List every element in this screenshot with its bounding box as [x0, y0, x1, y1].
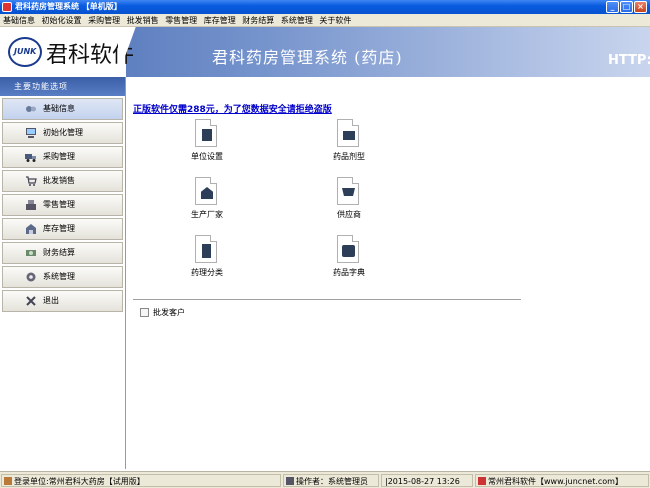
status-bar: 登录单位:常州君科大药房【试用版】 操作者：系统管理员 |2015-08-27 … [0, 471, 650, 488]
sidebar-item-label: 采购管理 [43, 152, 75, 161]
factory-icon [195, 177, 217, 205]
logo-area: JUNK 君科软件 [0, 27, 134, 77]
status-company-text: 常州君科软件【www.juncnet.com】 [488, 477, 623, 486]
sidebar-item-finance[interactable]: 财务结算 [2, 242, 123, 264]
status-datetime: |2015-08-27 13:26 [381, 474, 473, 487]
wholesale-customer-label: 批发客户 [153, 308, 185, 317]
doc-icon [140, 308, 149, 317]
sidebar-item-inventory[interactable]: 库存管理 [2, 218, 123, 240]
logo-icon: JUNK [8, 37, 42, 67]
money-icon [26, 250, 36, 256]
sidebar-item-label: 初始化管理 [43, 128, 83, 137]
status-operator: 操作者：系统管理员 [283, 474, 379, 487]
sidebar-item-label: 财务结算 [43, 248, 75, 257]
app-icon [2, 2, 12, 12]
computer-icon [26, 128, 36, 138]
status-login-unit: 登录单位:常州君科大药房【试用版】 [1, 474, 281, 487]
module-label: 药理分类 [191, 268, 223, 277]
system-title: 君科药房管理系统 (药店) [212, 48, 403, 67]
module-label: 供应商 [337, 210, 361, 219]
minimize-button[interactable]: _ [606, 1, 619, 13]
menu-init-settings[interactable]: 初始化设置 [39, 14, 83, 27]
exit-icon [26, 296, 36, 306]
home-icon [4, 477, 12, 485]
close-button[interactable]: × [634, 1, 647, 13]
module-supplier[interactable]: 供应商 [319, 175, 379, 223]
sidebar-header: 主要功能选项 [0, 77, 125, 96]
sidebar-item-label: 系统管理 [43, 272, 75, 281]
warehouse-icon [26, 224, 36, 234]
cabinet-icon [195, 235, 217, 263]
wholesale-customer-item[interactable]: 批发客户 [140, 307, 185, 318]
license-notice-link[interactable]: 正版软件仅需288元，为了您数据安全请拒绝盗版 [133, 102, 332, 115]
module-manufacturer[interactable]: 生产厂家 [177, 175, 237, 223]
sidebar-item-init[interactable]: 初始化管理 [2, 122, 123, 144]
search-people-icon [26, 106, 36, 112]
truck-icon [25, 154, 36, 162]
title-bar: 君科药房管理系统 【单机版】 _ □ × [0, 0, 650, 14]
module-label: 药品剂型 [333, 152, 365, 161]
header-banner: JUNK 君科软件 君科药房管理系统 (药店) HTTP: [0, 27, 650, 77]
status-unit-text: 登录单位:常州君科大药房【试用版】 [14, 477, 145, 486]
box-icon [337, 119, 359, 147]
menu-purchase[interactable]: 采购管理 [85, 14, 121, 27]
menu-basic-info[interactable]: 基础信息 [0, 14, 36, 27]
module-label: 生产厂家 [191, 210, 223, 219]
user-icon [286, 477, 294, 485]
module-grid: 单位设置 药品剂型 生产厂家 供应商 药理分类 药品字典 [133, 115, 521, 302]
sidebar-item-wholesale[interactable]: 批发销售 [2, 170, 123, 192]
sidebar-item-exit[interactable]: 退出 [2, 290, 123, 312]
cart-icon [337, 177, 359, 205]
module-dosage-form[interactable]: 药品剂型 [319, 117, 379, 165]
module-label: 药品字典 [333, 268, 365, 277]
sidebar-item-system[interactable]: 系统管理 [2, 266, 123, 288]
logo-mark-text: JUNK [14, 47, 37, 56]
module-label: 单位设置 [191, 152, 223, 161]
menu-about[interactable]: 关于软件 [316, 14, 352, 27]
book-icon [337, 235, 359, 263]
sidebar-item-label: 批发销售 [43, 176, 75, 185]
sidebar-item-label: 库存管理 [43, 224, 75, 233]
menu-finance[interactable]: 财务结算 [239, 14, 275, 27]
banner-divider [118, 27, 158, 77]
status-datetime-text: |2015-08-27 13:26 [385, 477, 460, 486]
banner-url-text: HTTP: [608, 53, 650, 68]
menu-bar: 基础信息 初始化设置 采购管理 批发销售 零售管理 库存管理 财务结算 系统管理… [0, 14, 650, 27]
status-company: 常州君科软件【www.juncnet.com】 [475, 474, 649, 487]
sidebar-item-label: 退出 [43, 296, 59, 305]
menu-system[interactable]: 系统管理 [278, 14, 314, 27]
gear-icon [26, 272, 36, 282]
sidebar: 主要功能选项 基础信息 初始化管理 采购管理 批发销售 零售管理 库存管理 财务… [0, 77, 126, 469]
menu-wholesale[interactable]: 批发销售 [124, 14, 160, 27]
menu-retail[interactable]: 零售管理 [162, 14, 198, 27]
window-title: 君科药房管理系统 【单机版】 [15, 2, 122, 11]
module-pharmacology[interactable]: 药理分类 [177, 233, 237, 281]
module-unit-settings[interactable]: 单位设置 [177, 117, 237, 165]
status-operator-text: 操作者：系统管理员 [296, 477, 368, 486]
sidebar-item-basic-info[interactable]: 基础信息 [2, 98, 123, 120]
company-icon [478, 477, 486, 485]
sidebar-item-label: 零售管理 [43, 200, 75, 209]
maximize-button[interactable]: □ [620, 1, 633, 13]
menu-inventory[interactable]: 库存管理 [201, 14, 237, 27]
module-drug-dictionary[interactable]: 药品字典 [319, 233, 379, 281]
main-panel: 正版软件仅需288元，为了您数据安全请拒绝盗版 单位设置 药品剂型 生产厂家 供… [127, 77, 650, 469]
sidebar-item-purchase[interactable]: 采购管理 [2, 146, 123, 168]
building-icon [195, 119, 217, 147]
register-icon [26, 200, 36, 210]
sidebar-item-label: 基础信息 [43, 104, 75, 113]
cart-icon [26, 176, 37, 186]
section-divider [133, 299, 521, 301]
sidebar-item-retail[interactable]: 零售管理 [2, 194, 123, 216]
